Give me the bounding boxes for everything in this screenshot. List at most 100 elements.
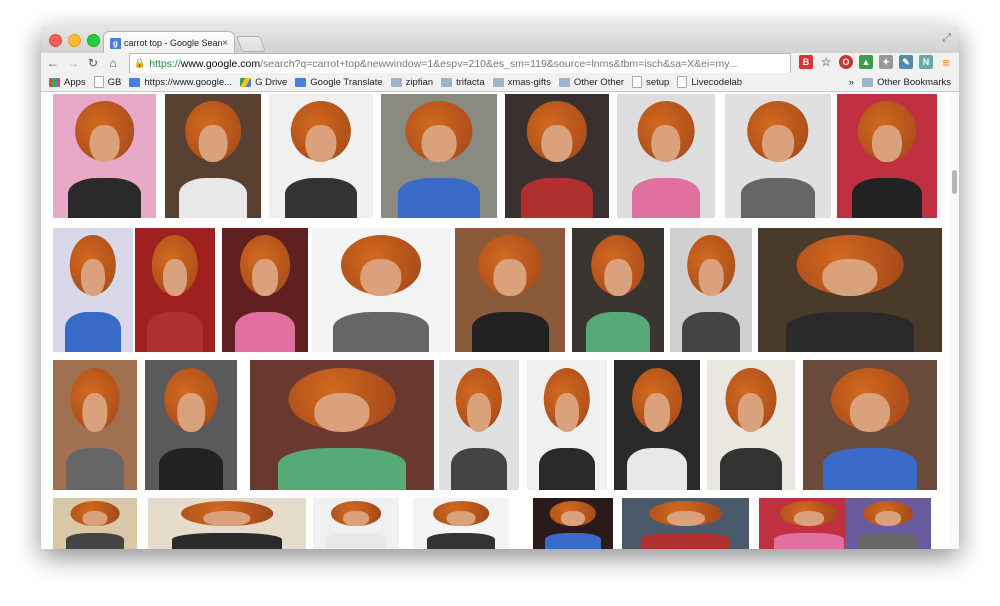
opera-extension-icon[interactable]: O — [839, 55, 853, 69]
feather-extension-icon[interactable]: ✎ — [899, 55, 913, 69]
image-result-thumbnail[interactable] — [617, 94, 715, 218]
image-result-thumbnail[interactable] — [165, 94, 261, 218]
scrollbar-thumb[interactable] — [952, 170, 957, 194]
image-result-thumbnail[interactable] — [53, 228, 133, 352]
bookmark-item[interactable]: https://www.google... — [129, 77, 232, 88]
image-result-thumbnail[interactable] — [439, 360, 519, 490]
page-icon — [632, 76, 643, 88]
drive-extension-icon[interactable]: ▲ — [859, 55, 873, 69]
bookmark-item[interactable]: GB — [93, 76, 121, 88]
bookmark-item[interactable]: Apps — [49, 77, 86, 88]
new-tab-button[interactable] — [236, 36, 266, 52]
close-window-button[interactable] — [49, 34, 62, 47]
shirt-shape — [65, 532, 125, 549]
image-result-thumbnail[interactable] — [803, 360, 937, 490]
page-icon — [677, 76, 688, 88]
image-result-thumbnail[interactable] — [758, 228, 942, 352]
bookmark-item[interactable]: Google Translate — [295, 76, 383, 88]
image-result-thumbnail[interactable] — [670, 228, 752, 352]
bookmark-item[interactable]: Other Other — [558, 77, 624, 88]
shirt-shape — [234, 312, 296, 352]
shirt-shape — [641, 532, 730, 549]
scrollbar[interactable] — [949, 92, 959, 549]
bookmark-item[interactable]: setup — [632, 76, 669, 88]
image-result-thumbnail[interactable] — [622, 498, 749, 549]
image-result-thumbnail[interactable] — [707, 360, 795, 490]
address-bar[interactable]: 🔒 https:// www.google.com /search?q=carr… — [129, 53, 791, 74]
image-results-grid — [41, 92, 959, 549]
image-result-thumbnail[interactable] — [455, 228, 565, 352]
image-result-thumbnail[interactable] — [53, 360, 137, 490]
home-icon[interactable]: ⌂ — [105, 55, 121, 71]
other-bookmarks[interactable]: » Other Bookmarks — [849, 77, 951, 88]
bookmark-label: zipfian — [405, 76, 434, 88]
image-result-thumbnail[interactable] — [381, 94, 497, 218]
face-shape — [81, 259, 105, 297]
image-result-thumbnail[interactable] — [837, 94, 937, 218]
minimize-window-button[interactable] — [68, 34, 81, 47]
shirt-shape — [451, 448, 507, 490]
image-result-thumbnail[interactable] — [222, 228, 308, 352]
shirt-shape — [277, 448, 407, 490]
face-shape — [82, 392, 108, 432]
google-favicon-icon: g — [110, 37, 121, 49]
shirt-shape — [585, 312, 651, 352]
image-result-thumbnail[interactable] — [614, 360, 700, 490]
shirt-shape — [284, 178, 358, 218]
bookmark-item[interactable]: G Drive — [240, 77, 287, 88]
face-shape — [177, 392, 205, 432]
bookmark-item[interactable]: xmas-gifts — [492, 77, 551, 88]
face-shape — [794, 510, 824, 527]
bookmark-extension-icon[interactable]: B — [799, 55, 813, 69]
fullscreen-icon[interactable]: ⤢ — [942, 32, 951, 45]
face-shape — [203, 510, 251, 527]
image-result-thumbnail[interactable] — [413, 498, 509, 549]
image-result-thumbnail[interactable] — [312, 228, 450, 352]
overflow-chevron-icon[interactable]: » — [849, 77, 854, 88]
image-result-thumbnail[interactable] — [250, 360, 434, 490]
face-shape — [163, 259, 187, 297]
bookmark-item[interactable]: Livecodelab — [677, 76, 742, 88]
notes-extension-icon[interactable]: N — [919, 55, 933, 69]
shirt-shape — [823, 448, 917, 490]
bookmark-item[interactable]: zipfian — [390, 76, 434, 88]
shirt-shape — [682, 312, 740, 352]
image-result-thumbnail[interactable] — [148, 498, 306, 549]
image-result-thumbnail[interactable] — [845, 498, 931, 549]
image-result-thumbnail[interactable] — [269, 94, 373, 218]
image-result-thumbnail[interactable] — [135, 228, 215, 352]
face-shape — [360, 259, 402, 297]
image-result-thumbnail[interactable] — [725, 94, 831, 218]
image-result-thumbnail[interactable] — [53, 498, 137, 549]
star-icon[interactable]: ☆ — [819, 55, 833, 69]
translate-icon — [295, 77, 307, 87]
zoom-window-button[interactable] — [87, 34, 100, 47]
tab-active[interactable]: g carrot top - Google Search × — [103, 31, 235, 54]
forward-icon[interactable]: → — [65, 55, 81, 71]
face-shape — [875, 510, 901, 527]
reload-icon[interactable]: ↻ — [85, 55, 101, 71]
image-result-thumbnail[interactable] — [313, 498, 399, 549]
face-shape — [666, 510, 705, 527]
face-shape — [644, 392, 670, 432]
google-icon — [129, 77, 141, 87]
shirt-shape — [332, 312, 430, 352]
puzzle-extension-icon[interactable]: ✦ — [879, 55, 893, 69]
back-icon[interactable]: ← — [45, 55, 61, 71]
bookmark-item[interactable]: trifacta — [441, 77, 485, 88]
image-result-thumbnail[interactable] — [759, 498, 859, 549]
tab-close-icon[interactable]: × — [222, 38, 228, 49]
bookmark-label: Livecodelab — [691, 76, 743, 88]
image-result-thumbnail[interactable] — [53, 94, 156, 218]
menu-icon[interactable]: ≡ — [939, 55, 953, 70]
title-bar: g carrot top - Google Search × ⤢ — [41, 26, 959, 54]
image-result-thumbnail[interactable] — [145, 360, 237, 490]
image-result-thumbnail[interactable] — [505, 94, 609, 218]
drive-icon — [240, 77, 252, 87]
face-shape — [872, 125, 902, 163]
bookmark-label: Google Translate — [310, 76, 383, 88]
bookmark-label: setup — [646, 76, 670, 88]
image-result-thumbnail[interactable] — [527, 360, 607, 490]
image-result-thumbnail[interactable] — [572, 228, 664, 352]
image-result-thumbnail[interactable] — [533, 498, 613, 549]
